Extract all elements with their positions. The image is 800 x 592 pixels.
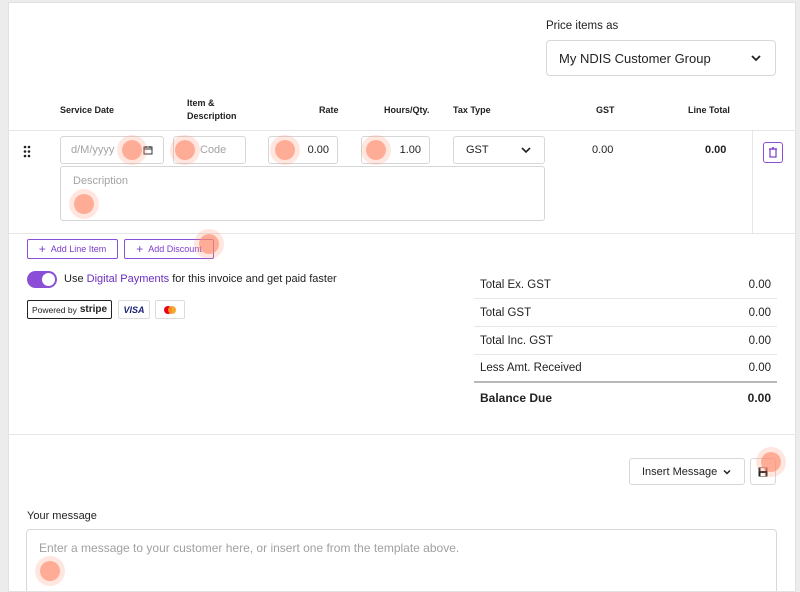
click-marker xyxy=(275,140,295,160)
insert-message-dropdown[interactable]: Insert Message xyxy=(629,458,745,485)
add-line-item-label: Add Line Item xyxy=(50,244,107,254)
trash-icon xyxy=(769,147,777,158)
visa-card-icon: VISA xyxy=(118,300,150,319)
header-line-total: Line Total xyxy=(688,105,730,115)
click-marker xyxy=(761,452,781,472)
click-marker xyxy=(175,140,195,160)
header-rate: Rate xyxy=(319,105,339,115)
plus-icon: + xyxy=(38,242,46,256)
section-divider xyxy=(9,434,795,435)
rate-value: 0.00 xyxy=(307,144,329,156)
tax-type-value: GST xyxy=(466,144,489,156)
column-divider xyxy=(752,131,753,233)
balance-due-value: 0.00 xyxy=(747,391,771,405)
hours-value: 1.00 xyxy=(399,144,421,156)
click-marker xyxy=(40,561,60,581)
click-marker xyxy=(122,140,142,160)
mastercard-logo xyxy=(164,305,176,314)
payments-text-after: for this invoice and get paid faster xyxy=(172,273,337,285)
total-inc-gst-value: 0.00 xyxy=(748,334,771,347)
chevron-down-icon xyxy=(723,469,731,475)
total-ex-gst-label: Total Ex. GST xyxy=(480,278,551,291)
stripe-brand: stripe xyxy=(79,304,108,315)
description-input[interactable]: Description xyxy=(60,166,545,221)
click-marker xyxy=(199,234,219,254)
less-received-label: Less Amt. Received xyxy=(480,362,582,374)
chevron-down-icon xyxy=(521,147,531,154)
digital-payments-link[interactable]: Digital Payments xyxy=(87,273,170,285)
tax-type-select[interactable]: GST xyxy=(453,136,545,164)
total-gst-value: 0.00 xyxy=(748,306,771,319)
message-textarea[interactable]: Enter a message to your customer here, o… xyxy=(26,529,777,591)
total-gst-label: Total GST xyxy=(480,306,532,319)
price-items-label: Price items as xyxy=(546,20,619,32)
message-placeholder: Enter a message to your customer here, o… xyxy=(39,541,460,555)
stripe-prefix: Powered by xyxy=(31,304,77,315)
delete-line-button[interactable] xyxy=(763,142,783,163)
total-inc-gst-row: Total Inc. GST 0.00 xyxy=(474,327,777,355)
total-inc-gst-label: Total Inc. GST xyxy=(480,334,553,347)
click-marker xyxy=(366,140,386,160)
invoice-editor: Price items as My NDIS Customer Group Se… xyxy=(8,2,796,592)
total-gst-row: Total GST 0.00 xyxy=(474,299,777,327)
add-line-item-button[interactable]: + Add Line Item xyxy=(27,239,118,259)
header-service-date: Service Date xyxy=(60,105,115,115)
row-gst-value: 0.00 xyxy=(592,144,614,156)
header-item-line2: Description xyxy=(187,111,237,121)
visa-label: VISA xyxy=(123,304,145,315)
less-received-value: 0.00 xyxy=(748,362,771,374)
less-received-row: Less Amt. Received 0.00 xyxy=(474,355,777,383)
header-tax-type: Tax Type xyxy=(453,105,491,115)
calendar-icon[interactable] xyxy=(143,145,153,155)
description-placeholder: Description xyxy=(73,175,129,187)
header-hours: Hours/Qty. xyxy=(384,105,430,115)
header-divider xyxy=(9,130,795,131)
plus-icon: + xyxy=(136,242,144,256)
code-placeholder: Code xyxy=(200,144,227,156)
total-ex-gst-value: 0.00 xyxy=(748,278,771,291)
toggle-knob xyxy=(42,273,55,286)
powered-by-stripe-badge: Powered by stripe xyxy=(27,300,112,319)
payments-text-before: Use xyxy=(64,273,84,285)
chevron-down-icon xyxy=(751,55,761,62)
add-discount-label: Add Discount xyxy=(148,244,202,254)
insert-message-label: Insert Message xyxy=(642,465,718,478)
service-date-input[interactable]: d/M/yyyy xyxy=(60,136,164,164)
price-items-select[interactable]: My NDIS Customer Group xyxy=(546,40,776,76)
total-ex-gst-row: Total Ex. GST 0.00 xyxy=(474,271,777,299)
price-items-value: My NDIS Customer Group xyxy=(559,50,711,66)
drag-handle-icon[interactable] xyxy=(23,145,31,158)
header-gst: GST xyxy=(596,105,615,115)
row-divider xyxy=(9,233,795,234)
digital-payments-text: Use Digital Payments for this invoice an… xyxy=(64,273,337,285)
your-message-label: Your message xyxy=(27,510,97,522)
balance-due-label: Balance Due xyxy=(480,391,553,405)
click-marker xyxy=(74,194,94,214)
row-line-total: 0.00 xyxy=(705,144,727,156)
balance-due-row: Balance Due 0.00 xyxy=(474,384,777,412)
date-placeholder: d/M/yyyy xyxy=(71,144,115,156)
header-item-description: Item & Description xyxy=(187,97,237,123)
digital-payments-toggle[interactable] xyxy=(27,271,57,288)
mastercard-icon xyxy=(155,300,185,319)
header-item-line1: Item & xyxy=(187,98,215,108)
